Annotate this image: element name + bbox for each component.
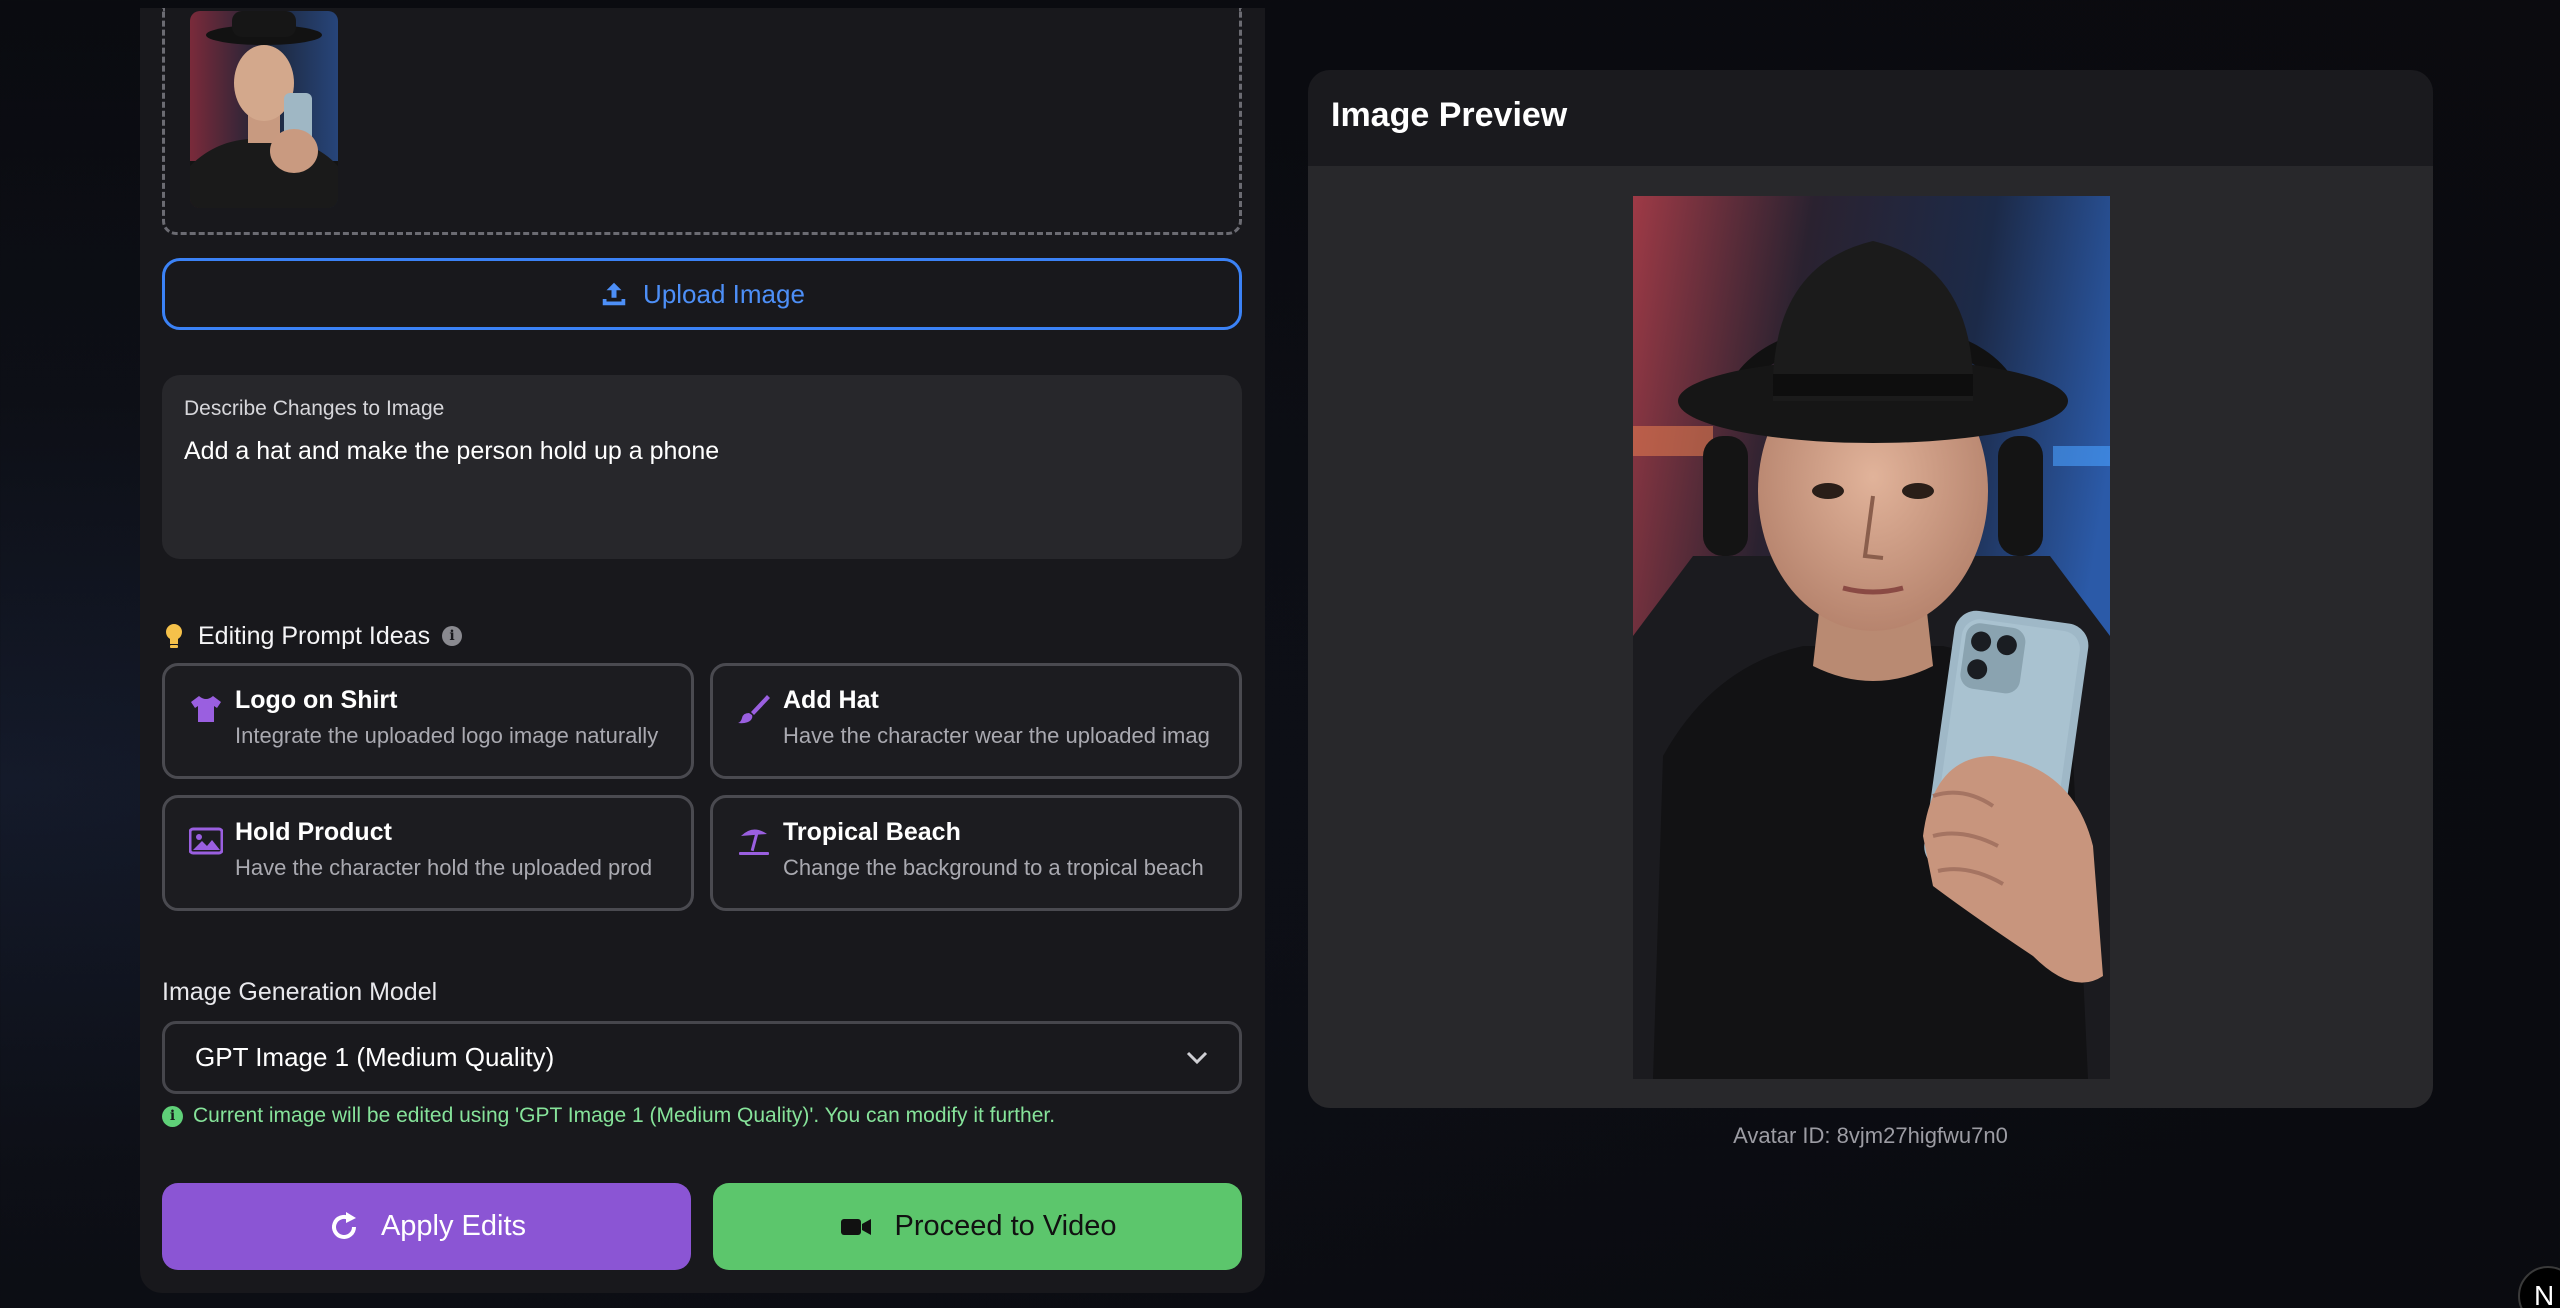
idea-card-logo-on-shirt[interactable]: Logo on Shirt Integrate the uploaded log… <box>162 663 694 779</box>
idea-title: Logo on Shirt <box>235 686 398 714</box>
preview-image <box>1633 196 2110 1079</box>
info-icon: i <box>162 1105 183 1127</box>
model-info-message: i Current image will be edited using 'GP… <box>162 1104 1055 1128</box>
model-label: Image Generation Model <box>162 978 438 1006</box>
idea-card-hold-product[interactable]: Hold Product Have the character hold the… <box>162 795 694 911</box>
describe-changes-field[interactable]: Describe Changes to Image Add a hat and … <box>162 375 1242 559</box>
uploaded-image-thumbnail[interactable] <box>190 11 338 208</box>
edit-panel: Upload Image Describe Changes to Image A… <box>140 8 1265 1293</box>
idea-title: Add Hat <box>783 686 879 714</box>
describe-changes-label: Describe Changes to Image <box>184 397 445 420</box>
upload-dropzone[interactable] <box>162 8 1242 235</box>
describe-changes-input[interactable]: Add a hat and make the person hold up a … <box>184 437 1220 466</box>
upload-image-button[interactable]: Upload Image <box>162 258 1242 330</box>
lightbulb-icon <box>166 624 182 648</box>
idea-title: Hold Product <box>235 818 392 846</box>
upload-button-label: Upload Image <box>643 278 805 309</box>
umbrella-beach-icon <box>739 829 769 855</box>
chevron-down-icon <box>1186 1051 1208 1065</box>
preview-area <box>1308 166 2433 1108</box>
proceed-to-video-button[interactable]: Proceed to Video <box>713 1183 1242 1270</box>
idea-card-add-hat[interactable]: Add Hat Have the character wear the uplo… <box>710 663 1242 779</box>
idea-description: Have the character wear the uploaded ima… <box>783 723 1210 748</box>
refresh-icon <box>331 1211 356 1239</box>
shirt-icon <box>191 696 221 722</box>
proceed-to-video-label: Proceed to Video <box>894 1210 1117 1242</box>
idea-description: Have the character hold the uploaded pro… <box>235 855 653 880</box>
model-selected-value: GPT Image 1 (Medium Quality) <box>195 1042 555 1072</box>
dev-tools-badge[interactable]: N <box>2518 1266 2560 1308</box>
avatar-id-text: Avatar ID: 8vjm27higfwu7n0 <box>1733 1123 2008 1148</box>
image-icon <box>189 827 223 855</box>
idea-description: Integrate the uploaded logo image natura… <box>235 723 659 748</box>
image-preview-panel: Image Preview <box>1308 70 2433 1108</box>
prompt-ideas-title: Editing Prompt Ideas <box>198 621 431 650</box>
apply-edits-label: Apply Edits <box>380 1210 527 1242</box>
model-select[interactable]: GPT Image 1 (Medium Quality) <box>162 1021 1242 1094</box>
upload-icon <box>602 282 626 306</box>
idea-description: Change the background to a tropical beac… <box>783 855 1204 880</box>
preview-title: Image Preview <box>1331 96 1568 134</box>
brush-icon <box>738 695 770 724</box>
model-info-text: Current image will be edited using 'GPT … <box>193 1104 1056 1127</box>
prompt-ideas-heading: Editing Prompt Ideas i <box>162 618 463 654</box>
idea-card-tropical-beach[interactable]: Tropical Beach Change the background to … <box>710 795 1242 911</box>
apply-edits-button[interactable]: Apply Edits <box>162 1183 691 1270</box>
video-camera-icon <box>840 1218 871 1235</box>
idea-title: Tropical Beach <box>783 818 961 846</box>
info-icon[interactable]: i <box>442 626 463 646</box>
